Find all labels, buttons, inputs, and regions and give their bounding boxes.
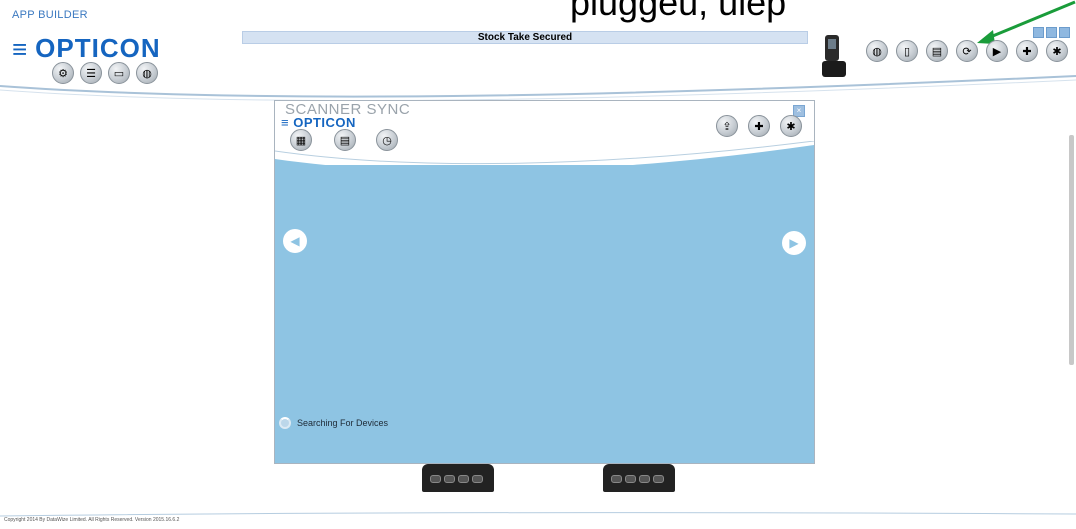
next-arrow-button[interactable]: ▶ xyxy=(782,231,806,255)
play-icon[interactable]: ▶ xyxy=(986,40,1008,62)
help-icon[interactable]: ✚ xyxy=(748,115,770,137)
scanner-device-right xyxy=(603,464,675,492)
dialog-brand: ≡ OPTICON xyxy=(281,115,356,130)
search-status-text: Searching For Devices xyxy=(297,418,389,428)
minimize-button[interactable] xyxy=(1033,27,1044,38)
maximize-button[interactable] xyxy=(1046,27,1057,38)
app-title: APP BUILDER xyxy=(12,9,88,21)
dialog-brand-name: OPTICON xyxy=(293,115,356,130)
status-bar: Stock Take Secured xyxy=(242,31,808,44)
close-button[interactable] xyxy=(1059,27,1070,38)
help-icon[interactable]: ✚ xyxy=(1016,40,1038,62)
vertical-scrollbar[interactable] xyxy=(1069,135,1074,365)
device-carousel: ◀ ▶ Searching For Devices xyxy=(275,165,814,463)
prev-arrow-button[interactable]: ◀ xyxy=(283,229,307,253)
overlay-text: pluggeu, ulep xyxy=(570,0,787,23)
brand-name: OPTICON xyxy=(35,33,161,63)
menu-icon[interactable]: ≡ xyxy=(12,36,27,62)
window-controls xyxy=(1033,27,1070,38)
earth-icon[interactable]: ◍ xyxy=(866,40,888,62)
search-status: Searching For Devices xyxy=(279,417,388,429)
footer-copyright: Copyright 2014 By DataWize Limited. All … xyxy=(4,517,180,523)
scanner-device-left xyxy=(422,464,494,492)
scanner-sync-dialog: SCANNER SYNC × ≡ OPTICON ▦ ▤ ◷ ⇪ ✚ ✱ ◀ ▶… xyxy=(274,100,815,464)
phone-icon[interactable]: ▯ xyxy=(896,40,918,62)
sync-icon[interactable]: ⟳ xyxy=(956,40,978,62)
brand-logo: ≡ OPTICON xyxy=(12,33,161,64)
docs-icon[interactable]: ▤ xyxy=(926,40,948,62)
dialog-wave xyxy=(275,141,814,181)
uk-flag-icon[interactable]: ✱ xyxy=(1046,40,1068,62)
uk-flag-icon[interactable]: ✱ xyxy=(780,115,802,137)
upload-icon[interactable]: ⇪ xyxy=(716,115,738,137)
loading-spinner-icon xyxy=(279,417,291,429)
